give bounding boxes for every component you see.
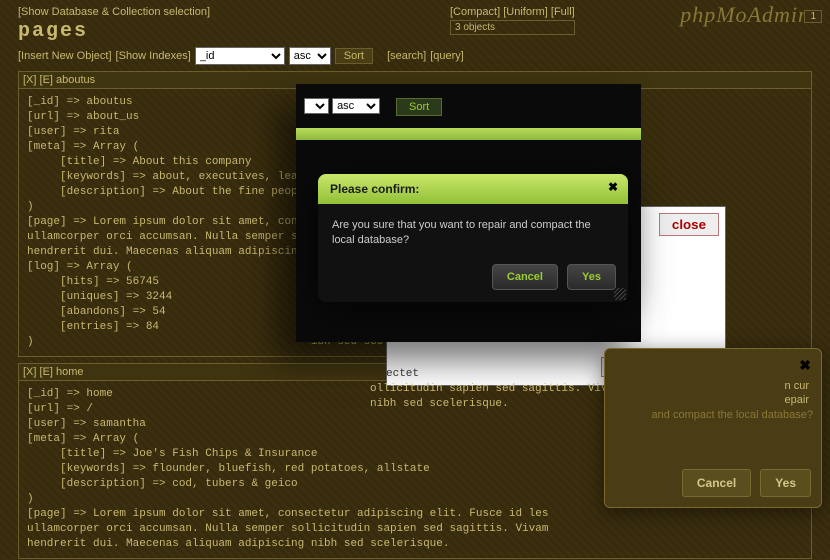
modal-green-bar [296,128,641,140]
delete-record-link[interactable]: [X] [23,366,36,378]
compact-link[interactable]: [Compact] [450,6,500,18]
edit-record-link[interactable]: [E] [40,74,53,86]
close-icon[interactable]: ✖ [799,357,811,374]
insert-object-link[interactable]: [Insert New Object] [18,50,112,62]
yes-button[interactable]: Yes [760,469,811,497]
record-name: home [56,366,84,378]
sort-field-select[interactable]: _id [195,47,285,65]
object-count: 3 objects [450,20,575,35]
stray-text: ectet [386,368,419,380]
brown-confirm-dialog: ✖ n cur epair and compact the local data… [604,348,822,508]
resize-handle[interactable] [614,288,626,300]
delete-record-link[interactable]: [X] [23,74,36,86]
cancel-button[interactable]: Cancel [492,264,558,290]
stray-text: nibh sed scelerisque. [370,398,509,410]
search-link[interactable]: [search] [387,50,426,62]
sort-button[interactable]: Sort [335,48,373,64]
show-indexes-link[interactable]: [Show Indexes] [116,50,191,62]
yes-button[interactable]: Yes [567,264,616,290]
show-db-link[interactable]: [Show Database & Collection selection] [18,6,210,18]
sort-button-modal[interactable]: Sort [396,98,442,116]
full-link[interactable]: [Full] [551,6,575,18]
query-link[interactable]: [query] [430,50,464,62]
close-button[interactable]: close [659,213,719,236]
confirm-dialog-title: Please confirm: ✖ [318,174,628,204]
record-name: aboutus [56,74,95,86]
edit-record-link[interactable]: [E] [40,366,53,378]
sort-direction-select-modal[interactable]: asc [332,98,380,114]
close-icon[interactable]: ✖ [608,180,618,194]
confirm-dialog: Please confirm: ✖ Are you sure that you … [318,174,628,302]
sort-direction-select[interactable]: asc [289,47,331,65]
pager[interactable]: 1 [804,10,822,23]
uniform-link[interactable]: [Uniform] [503,6,548,18]
logo: phpMoAdmin [680,2,810,28]
confirm-dialog-message: Are you sure that you want to repair and… [318,204,628,258]
sort-field-select-modal[interactable] [304,98,329,114]
cancel-button[interactable]: Cancel [682,469,751,497]
